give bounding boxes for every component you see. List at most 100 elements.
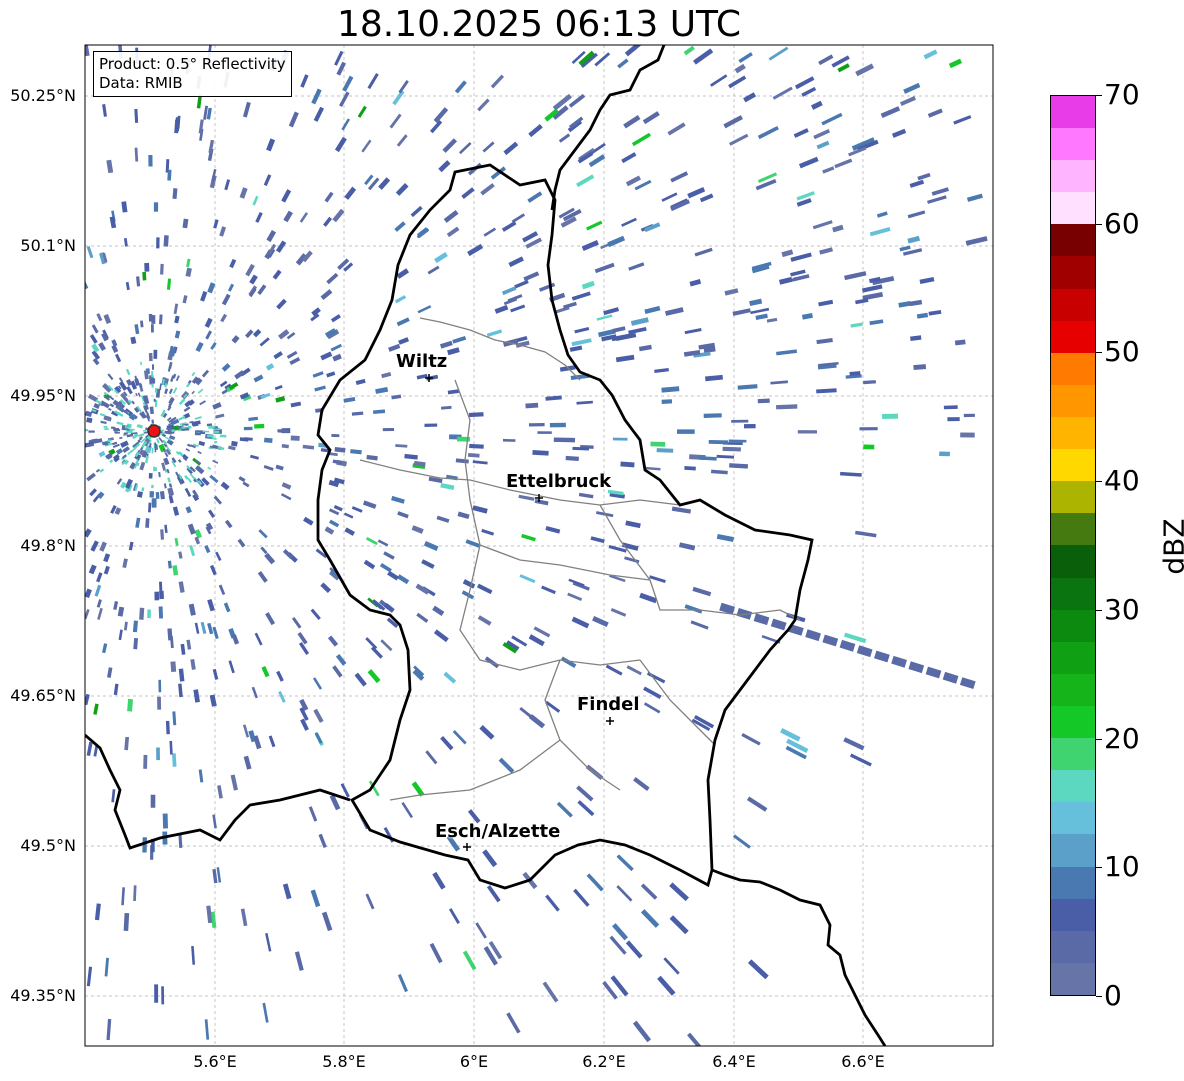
echo-gate xyxy=(153,349,158,359)
echo-gate xyxy=(650,441,666,447)
echo-gate xyxy=(154,388,158,393)
echo-gate xyxy=(502,438,516,442)
echo-gate xyxy=(151,383,154,388)
echo-gate xyxy=(612,437,628,441)
radar-site-marker[interactable] xyxy=(147,424,161,438)
echo-gate xyxy=(167,628,173,641)
echo-gate xyxy=(863,444,875,450)
echo-gate xyxy=(424,423,438,427)
echo-gate xyxy=(111,426,116,430)
echo-gate xyxy=(213,430,220,434)
echo-gate xyxy=(113,429,121,432)
colorbar-segment xyxy=(1051,834,1095,867)
echo-gate xyxy=(143,429,147,432)
echo-gate xyxy=(167,428,172,432)
echo-gate xyxy=(160,263,164,275)
colorbar-segment xyxy=(1051,802,1095,835)
colorbar-label: dBZ xyxy=(1157,518,1184,575)
echo-gate xyxy=(165,720,170,735)
echo-gate xyxy=(151,364,155,370)
echo-gate xyxy=(149,491,155,498)
colorbar-segment xyxy=(1051,738,1095,771)
echo-gate xyxy=(913,364,927,371)
colorbar-tick-mark xyxy=(1096,481,1102,483)
echo-gate xyxy=(123,432,128,435)
echo-gate xyxy=(532,450,549,456)
echo-gate xyxy=(703,413,722,418)
echo-gate xyxy=(144,262,150,272)
echo-gate xyxy=(154,467,157,471)
echo-gate xyxy=(939,451,950,457)
colorbar-segment xyxy=(1051,160,1095,193)
echo-gate xyxy=(537,431,552,434)
echo-gate xyxy=(331,433,340,438)
lon-label: 6.6°E xyxy=(841,1052,885,1071)
echo-gate xyxy=(159,314,163,325)
echo-gate xyxy=(158,679,162,693)
echo-gate xyxy=(728,439,747,443)
echo-gate xyxy=(943,405,958,410)
echo-gate xyxy=(960,432,975,438)
echo-gate xyxy=(157,696,162,710)
colorbar-tick-label: 0 xyxy=(1104,979,1122,1012)
echo-gate xyxy=(126,430,133,433)
echo-gate xyxy=(565,455,579,462)
city-label-wiltz: Wiltz xyxy=(396,351,448,372)
colorbar-tick-label: 50 xyxy=(1104,335,1140,369)
colorbar-segment xyxy=(1051,352,1095,385)
colorbar-tick-mark xyxy=(1096,95,1102,96)
colorbar-segment xyxy=(1051,770,1095,803)
echo-gate xyxy=(264,437,273,443)
colorbar-segment xyxy=(1051,256,1095,289)
echo-gate xyxy=(172,188,178,199)
colorbar-tick-mark xyxy=(1096,738,1102,740)
echo-gate xyxy=(528,422,545,427)
echo-gate xyxy=(153,202,159,212)
echo-gate xyxy=(254,423,265,429)
echo-gate xyxy=(148,472,153,479)
echo-gate xyxy=(708,439,729,445)
echo-gate xyxy=(553,437,576,443)
city-label-esch-alzette: Esch/Alzette xyxy=(435,821,561,842)
echo-gate xyxy=(148,313,153,322)
colorbar-segment xyxy=(1051,384,1095,418)
colorbar-segment xyxy=(1051,706,1095,739)
colorbar-tick-mark xyxy=(1096,223,1102,225)
echo-gate xyxy=(88,430,95,433)
colorbar-tick-label: 20 xyxy=(1104,721,1140,755)
lon-label: 6.4°E xyxy=(712,1052,756,1071)
echo-gate xyxy=(103,425,108,428)
lat-label: 49.65°N xyxy=(10,686,76,705)
echo-gate xyxy=(776,404,798,410)
colorbar-tick-label: 70 xyxy=(1104,78,1140,111)
echo-gate xyxy=(148,154,153,167)
colorbar-segment xyxy=(1051,962,1095,995)
echo-gate xyxy=(156,237,160,249)
colorbar-segment xyxy=(1051,481,1095,514)
echo-gate xyxy=(196,430,203,433)
radar-site-dot xyxy=(147,424,161,438)
lat-label: 49.35°N xyxy=(10,986,76,1005)
colorbar-segment xyxy=(1051,513,1095,546)
lat-label: 49.5°N xyxy=(20,836,76,855)
echo-gate xyxy=(147,609,151,619)
echo-gate xyxy=(139,607,145,620)
echo-gate xyxy=(149,406,154,415)
echo-gate xyxy=(187,425,192,429)
echo-gate xyxy=(468,412,484,418)
radar-map[interactable] xyxy=(0,0,1184,1081)
echo-gate xyxy=(114,431,118,433)
colorbar-segment xyxy=(1051,641,1095,674)
echo-gate xyxy=(170,661,177,672)
colorbar-segment xyxy=(1051,866,1095,899)
lat-label: 50.1°N xyxy=(20,236,76,255)
echo-gate xyxy=(155,492,160,499)
colorbar-segment xyxy=(1051,320,1095,353)
colorbar-tick-label: 60 xyxy=(1104,206,1140,240)
echo-gate xyxy=(620,461,635,468)
echo-gate xyxy=(151,371,154,378)
echo-gate xyxy=(161,986,165,1005)
echo-gate xyxy=(150,794,156,808)
echo-gate xyxy=(656,448,674,453)
echo-gate xyxy=(159,581,163,591)
